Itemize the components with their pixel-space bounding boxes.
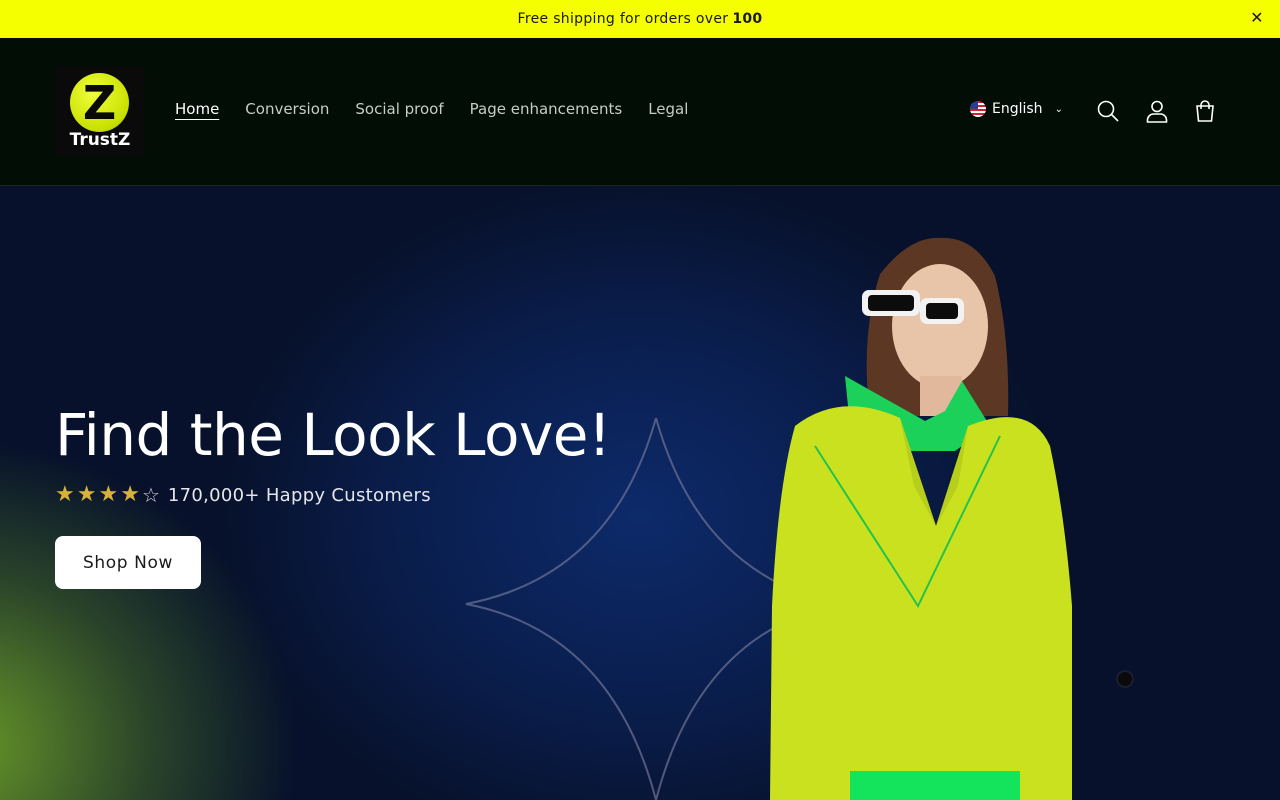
rating: ★ ★ ★ ★ ☆ 170,000+ Happy Customers xyxy=(55,482,431,507)
model-image xyxy=(770,237,1072,800)
close-icon[interactable]: ✕ xyxy=(1248,9,1266,27)
announcement-bar: Free shipping for orders over 100 ✕ xyxy=(0,0,1280,38)
chevron-down-icon: ⌄ xyxy=(1054,103,1063,115)
shop-now-button[interactable]: Shop Now xyxy=(55,536,201,589)
language-selector[interactable]: English ⌄ xyxy=(970,101,1063,117)
logo[interactable]: Z TrustZ xyxy=(55,66,145,156)
language-label: English xyxy=(992,101,1043,117)
rating-text: 170,000+ Happy Customers xyxy=(167,484,431,506)
logo-mark: Z xyxy=(82,75,117,130)
announcement-text: Free shipping for orders over xyxy=(517,11,729,27)
star-icon: ★ xyxy=(120,482,140,507)
account-icon[interactable] xyxy=(1144,98,1170,124)
hero-title: Find the Look Love! xyxy=(55,401,611,469)
cart-icon[interactable] xyxy=(1192,98,1218,124)
main-nav: Home Conversion Social proof Page enhanc… xyxy=(175,98,688,120)
nav-item-social-proof[interactable]: Social proof xyxy=(355,98,443,120)
announcement-amount: 100 xyxy=(732,11,763,27)
search-icon[interactable] xyxy=(1095,98,1121,124)
nav-item-conversion[interactable]: Conversion xyxy=(245,98,329,120)
star-icon: ★ xyxy=(55,482,75,507)
star-icon: ★ xyxy=(98,482,119,507)
nav-item-legal[interactable]: Legal xyxy=(648,98,688,120)
star-outline-icon: ☆ xyxy=(141,483,160,507)
logo-text: TrustZ xyxy=(69,130,131,150)
nav-item-page-enhancements[interactable]: Page enhancements xyxy=(470,98,623,120)
indicator-dot[interactable] xyxy=(1118,672,1132,686)
nav-item-home[interactable]: Home xyxy=(175,98,219,120)
hero-banner: Find the Look Love! ★ ★ ★ ★ ☆ 170,000+ H… xyxy=(0,186,1280,800)
us-flag-icon xyxy=(970,101,986,117)
site-header: Z TrustZ Home Conversion Social proof Pa… xyxy=(0,38,1280,186)
star-icon: ★ xyxy=(76,482,97,507)
